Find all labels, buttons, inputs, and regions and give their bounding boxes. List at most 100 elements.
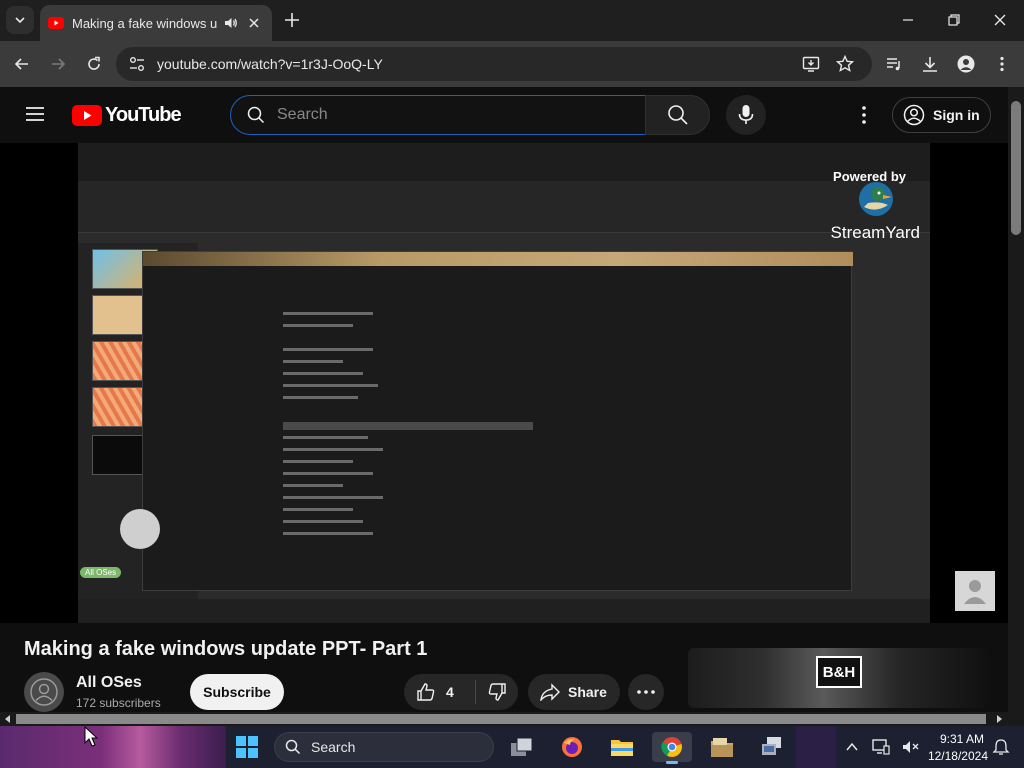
file-row [283,436,368,439]
voice-search-button[interactable] [726,95,766,135]
page-vertical-scrollbar[interactable] [1008,87,1024,712]
file-row [283,460,353,463]
close-window-button[interactable] [990,10,1010,30]
guest-avatar [955,571,995,611]
sign-in-button[interactable]: Sign in [892,97,991,133]
volume-muted-icon[interactable] [902,738,920,756]
taskbar-search[interactable]: Search [274,732,494,762]
taskbar-firefox[interactable] [552,732,592,762]
restore-icon [948,14,960,26]
dialog-file-rows [283,312,533,562]
video-ribbon [78,181,930,233]
audio-playing-icon[interactable] [224,16,238,30]
mouse-cursor-icon [84,726,99,747]
search-button[interactable] [645,95,710,135]
thumbs-up-icon [417,683,435,701]
video-inner-taskbar [78,599,930,623]
search-box[interactable] [230,95,646,135]
scroll-right-icon[interactable] [995,715,1003,723]
youtube-logo[interactable]: YouTube [72,104,182,127]
file-row-selected [283,422,533,430]
clock-time[interactable]: 9:31 AM [934,732,984,746]
tab-search-button[interactable] [6,6,34,34]
settings-menu-button[interactable] [852,103,876,127]
file-row [283,520,363,523]
clock-date[interactable]: 12/18/2024 [926,749,988,763]
profile-icon [957,55,975,73]
display-network-icon[interactable] [872,738,890,756]
task-view-button[interactable] [502,732,542,762]
file-row [283,372,363,375]
dislike-button[interactable] [476,682,518,702]
horizontal-scroll-thumb[interactable] [16,714,986,724]
hamburger-menu-icon[interactable] [24,105,46,123]
downloads-button[interactable] [918,52,942,76]
close-tab-icon[interactable] [248,17,260,29]
presenter-avatar [120,509,160,549]
youtube-play-logo-icon [72,105,102,126]
media-controls-button[interactable] [882,52,906,76]
video-frame[interactable]: Powered by StreamYard All OSes [78,143,930,623]
taskbar-chrome[interactable] [652,732,692,764]
restore-button[interactable] [944,10,964,30]
share-button[interactable]: Share [528,674,620,710]
page-horizontal-scrollbar[interactable] [0,712,1024,726]
video-ribbon-tabs [78,143,930,181]
streamyard-text: StreamYard [830,223,920,242]
share-label: Share [568,684,607,700]
microphone-icon [738,105,754,124]
account-circle-icon [903,104,925,126]
taskbar-network-app[interactable] [752,732,792,762]
presenter-name-tag: All OSes [80,567,122,578]
channel-avatar[interactable] [24,672,64,712]
taskbar-archive-app[interactable] [702,732,742,762]
youtube-header: YouTube Sign in [0,87,1008,143]
thumbs-down-icon [488,683,506,701]
url-text: youtube.com/watch?v=1r3J-OoQ-LY [157,56,383,72]
sponsored-ad-banner[interactable]: B&H [688,648,988,708]
site-settings-icon[interactable] [128,55,146,73]
channel-name-link[interactable]: All OSes [76,674,142,692]
profile-button[interactable] [954,52,978,76]
reload-icon [88,56,100,70]
streamyard-duck-logo-icon [859,182,893,216]
taskbar-file-explorer[interactable] [602,732,642,762]
browser-menu-button[interactable] [990,52,1014,76]
desktop-wallpaper [0,726,226,768]
chevron-up-icon[interactable] [846,742,858,752]
like-button[interactable]: 4 [404,680,476,704]
windows-start-icon[interactable] [236,736,258,758]
forward-button[interactable] [46,52,70,76]
arrow-right-icon [52,58,66,70]
browser-tab-active[interactable]: Making a fake windows upd [40,5,272,41]
video-player[interactable]: Powered by StreamYard All OSes [0,143,1008,623]
reload-button[interactable] [82,52,106,76]
browser-toolbar: youtube.com/watch?v=1r3J-OoQ-LY [0,41,1024,87]
sign-in-label: Sign in [933,107,980,123]
vertical-scroll-thumb[interactable] [1011,101,1021,235]
file-row [283,448,383,451]
bookmark-star-icon[interactable] [836,55,854,73]
minimize-button[interactable] [898,10,918,30]
subscriber-count: 172 subscribers [76,696,161,710]
back-button[interactable] [10,52,34,76]
arrow-left-icon [14,58,28,70]
more-vertical-icon [1000,56,1004,72]
more-actions-button[interactable] [628,674,664,710]
file-row [283,360,343,363]
search-input[interactable] [277,96,627,134]
install-app-icon[interactable] [802,55,820,73]
file-row [283,472,373,475]
address-bar[interactable]: youtube.com/watch?v=1r3J-OoQ-LY [116,47,872,81]
dialog-title-strip [143,252,853,266]
notification-bell-icon[interactable] [992,738,1010,756]
media-queue-icon [887,58,900,71]
file-row [283,396,358,399]
video-file-dialog [142,251,853,591]
streamyard-badge: Powered by StreamYard [826,157,926,242]
subscribe-button[interactable]: Subscribe [190,674,284,710]
new-tab-icon[interactable] [282,10,302,30]
windows-taskbar: Search 9:31 AM 12/18/2024 [0,726,1024,768]
close-icon [994,14,1006,26]
scroll-left-icon[interactable] [4,715,12,723]
